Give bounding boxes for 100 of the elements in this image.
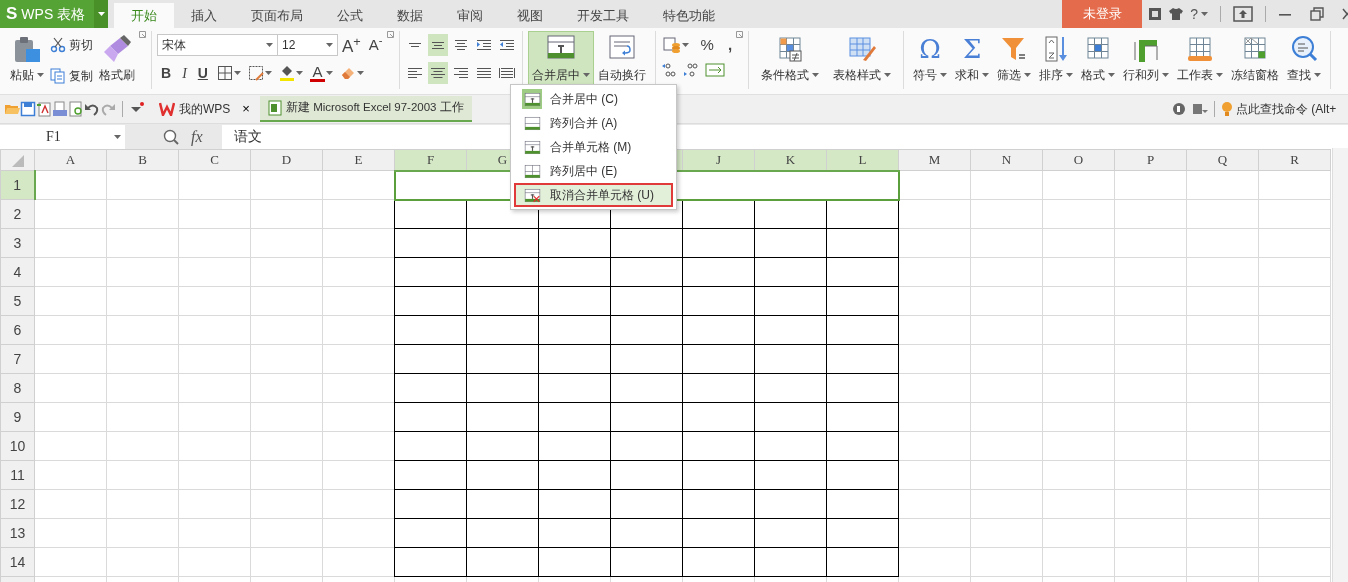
upload-icon[interactable] <box>1233 6 1253 22</box>
table-cell[interactable] <box>826 518 899 548</box>
row-header[interactable]: 13 <box>0 518 35 548</box>
column-header[interactable]: N <box>970 149 1043 171</box>
row-header[interactable]: 14 <box>0 547 35 577</box>
rows-columns-button[interactable]: 行和列 <box>1119 31 1174 93</box>
table-cell[interactable] <box>538 315 611 345</box>
table-cell[interactable] <box>610 315 683 345</box>
thousands-separator-button[interactable]: , <box>723 34 737 56</box>
table-cell[interactable] <box>610 460 683 490</box>
table-cell[interactable] <box>466 460 539 490</box>
freeze-panes-button[interactable]: 冻结窗格 <box>1227 31 1284 93</box>
find-button[interactable]: 查找 <box>1283 31 1326 93</box>
underline-button[interactable]: U <box>193 62 212 84</box>
table-cell[interactable] <box>394 373 467 403</box>
font-color-button[interactable]: A <box>307 62 335 84</box>
table-cell[interactable] <box>466 431 539 461</box>
undo-icon[interactable] <box>84 101 100 117</box>
table-cell[interactable] <box>826 373 899 403</box>
table-cell[interactable] <box>466 373 539 403</box>
table-cell[interactable] <box>826 547 899 577</box>
print-icon[interactable] <box>52 101 68 117</box>
table-cell[interactable] <box>682 460 755 490</box>
column-header[interactable]: R <box>1258 149 1331 171</box>
row-header[interactable]: 12 <box>0 489 35 519</box>
table-cell[interactable] <box>754 286 827 316</box>
table-cell[interactable] <box>754 489 827 519</box>
table-cell[interactable] <box>610 518 683 548</box>
table-cell[interactable] <box>466 228 539 258</box>
column-header[interactable]: D <box>250 149 323 171</box>
table-cell[interactable] <box>682 344 755 374</box>
table-cell[interactable] <box>754 199 827 229</box>
column-header[interactable]: A <box>34 149 107 171</box>
cell-width-icon[interactable] <box>704 63 725 77</box>
restore-icon[interactable] <box>1310 7 1324 21</box>
ribbon-tab[interactable]: 特色功能 <box>646 3 732 28</box>
table-cell[interactable] <box>826 199 899 229</box>
paste-button[interactable]: 粘贴 <box>6 31 48 93</box>
menu-item[interactable]: 取消合并单元格 (U) <box>514 183 673 207</box>
grow-font-button[interactable]: A$^{+}$ <box>338 34 365 56</box>
dialog-launcher-icon[interactable] <box>386 31 394 38</box>
table-cell[interactable] <box>394 344 467 374</box>
column-header[interactable]: B <box>106 149 179 171</box>
insert-function-button[interactable]: fx <box>191 124 203 149</box>
font-name-field[interactable]: 宋体 <box>157 34 278 56</box>
shrink-font-button[interactable]: A$^{-}$ <box>364 34 387 56</box>
sort-button[interactable]: 排序 <box>1035 31 1078 93</box>
table-cell[interactable] <box>538 257 611 287</box>
column-header[interactable]: L <box>826 149 899 171</box>
table-cell[interactable] <box>538 518 611 548</box>
table-cell[interactable] <box>754 228 827 258</box>
row-header[interactable]: 5 <box>0 286 35 316</box>
table-cell[interactable] <box>610 373 683 403</box>
table-cell[interactable] <box>538 373 611 403</box>
table-cell[interactable] <box>394 199 467 229</box>
table-style-button[interactable]: 表格样式 <box>826 31 899 93</box>
table-cell[interactable] <box>682 518 755 548</box>
table-cell[interactable] <box>394 402 467 432</box>
table-cell[interactable] <box>826 460 899 490</box>
table-cell[interactable] <box>538 431 611 461</box>
table-cell[interactable] <box>682 228 755 258</box>
row-header[interactable]: 4 <box>0 257 35 287</box>
table-cell[interactable] <box>610 286 683 316</box>
table-cell[interactable] <box>682 257 755 287</box>
table-cell[interactable] <box>610 431 683 461</box>
table-cell[interactable] <box>754 402 827 432</box>
table-cell[interactable] <box>826 489 899 519</box>
ribbon-tab[interactable]: 开发工具 <box>560 3 646 28</box>
table-cell[interactable] <box>538 402 611 432</box>
app-menu-dropdown-button[interactable] <box>94 0 108 28</box>
table-cell[interactable] <box>754 460 827 490</box>
pdf-export-icon[interactable] <box>36 101 52 117</box>
column-header[interactable]: O <box>1042 149 1115 171</box>
table-cell[interactable] <box>538 228 611 258</box>
table-cell[interactable] <box>394 489 467 519</box>
table-cell[interactable] <box>394 431 467 461</box>
document-tab[interactable]: 我的WPS × <box>151 96 260 122</box>
table-cell[interactable] <box>754 257 827 287</box>
table-cell[interactable] <box>610 344 683 374</box>
table-cell[interactable] <box>466 489 539 519</box>
copy-button[interactable]: 复制 <box>48 65 95 87</box>
row-header[interactable]: 2 <box>0 199 35 229</box>
ribbon-tab[interactable]: 插入 <box>174 3 234 28</box>
column-header[interactable]: C <box>178 149 251 171</box>
table-cell[interactable] <box>538 489 611 519</box>
symbol-button[interactable]: Ω 符号 <box>909 31 952 93</box>
dialog-launcher-icon[interactable] <box>736 31 744 38</box>
column-header[interactable]: J <box>682 149 755 171</box>
help-button[interactable]: ? <box>1190 3 1208 25</box>
column-header[interactable]: Q <box>1186 149 1259 171</box>
percent-button[interactable]: % <box>696 34 718 56</box>
table-cell[interactable] <box>754 315 827 345</box>
ribbon-tab[interactable]: 审阅 <box>440 3 500 28</box>
table-cell[interactable] <box>394 257 467 287</box>
dialog-launcher-icon[interactable] <box>139 31 146 38</box>
table-cell[interactable] <box>682 315 755 345</box>
worksheet-button[interactable]: 工作表 <box>1173 31 1228 93</box>
table-cell[interactable] <box>466 547 539 577</box>
number-format-button[interactable] <box>660 34 691 56</box>
column-header[interactable]: E <box>322 149 395 171</box>
